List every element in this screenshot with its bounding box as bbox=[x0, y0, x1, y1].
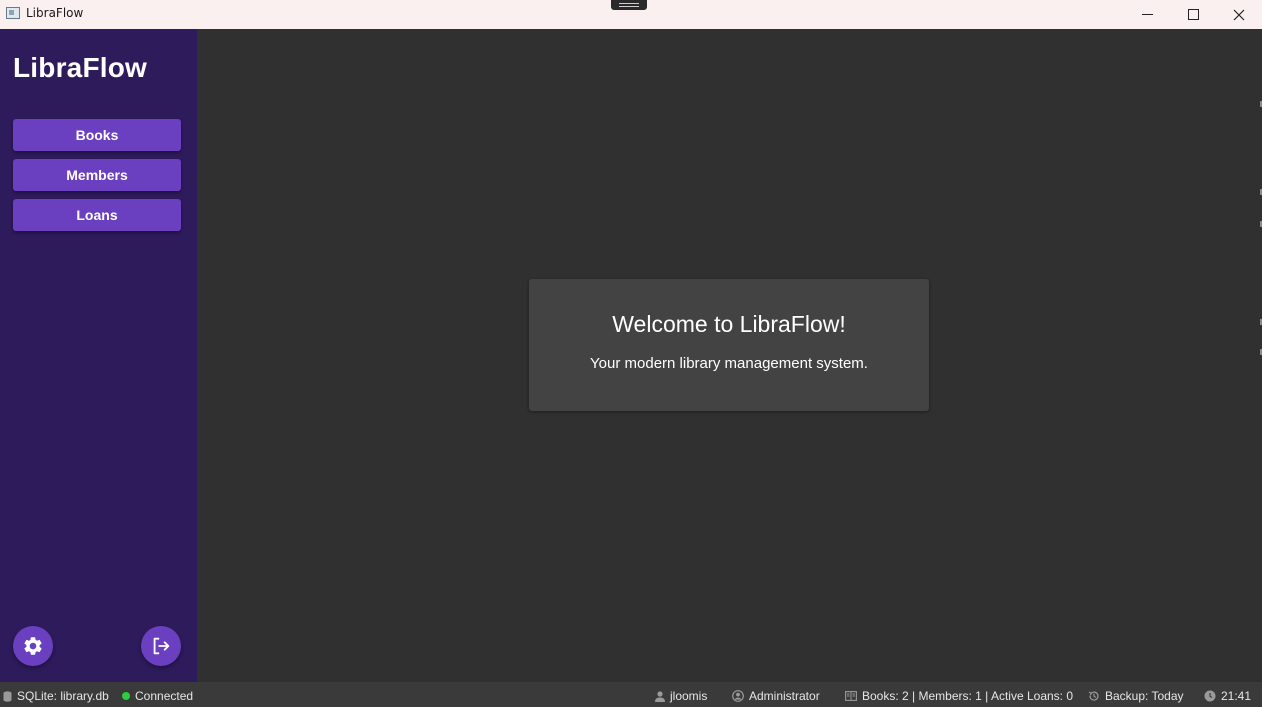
sidebar: LibraFlow Books Members Loans bbox=[0, 29, 197, 682]
history-icon bbox=[1088, 691, 1099, 701]
members-button[interactable]: Members bbox=[13, 159, 181, 191]
loans-button[interactable]: Loans bbox=[13, 199, 181, 231]
stats-status: Books: 2 | Members: 1 | Active Loans: 0 bbox=[845, 689, 1073, 703]
maximize-icon bbox=[1187, 9, 1199, 20]
title-bar[interactable]: LibraFlow bbox=[0, 0, 1262, 29]
time-label: 21:41 bbox=[1221, 689, 1252, 703]
logout-button[interactable] bbox=[141, 626, 181, 666]
welcome-subtitle: Your modern library management system. bbox=[590, 355, 868, 372]
database-label: SQLite: library.db bbox=[17, 689, 109, 703]
close-icon bbox=[1233, 9, 1245, 20]
database-icon bbox=[3, 690, 12, 702]
account-circle-icon bbox=[732, 690, 744, 702]
minimize-button[interactable] bbox=[1124, 0, 1170, 29]
backup-label: Backup: Today bbox=[1105, 689, 1184, 703]
drag-handle[interactable] bbox=[611, 0, 647, 10]
database-status: SQLite: library.db bbox=[3, 689, 109, 703]
connection-status: Connected bbox=[122, 689, 193, 703]
app-window: LibraFlow LibraFlow Books Members Loans bbox=[0, 0, 1262, 707]
app-icon bbox=[6, 7, 20, 19]
user-status: jloomis bbox=[655, 689, 707, 703]
user-label: jloomis bbox=[670, 689, 708, 703]
clock-status: 21:41 bbox=[1204, 689, 1251, 703]
user-icon bbox=[655, 690, 665, 702]
book-icon bbox=[845, 691, 857, 701]
status-bar: SQLite: library.db Connected jloomis Adm… bbox=[0, 682, 1262, 707]
role-status: Administrator bbox=[732, 689, 820, 703]
brand-title: LibraFlow bbox=[13, 52, 148, 83]
settings-button[interactable] bbox=[13, 626, 53, 666]
gear-icon bbox=[24, 637, 42, 655]
connection-label: Connected bbox=[135, 689, 194, 703]
connected-dot-icon bbox=[122, 692, 130, 700]
books-button[interactable]: Books bbox=[13, 119, 181, 151]
backup-status: Backup: Today bbox=[1088, 689, 1184, 703]
stats-label: Books: 2 | Members: 1 | Active Loans: 0 bbox=[862, 689, 1074, 703]
welcome-card: Welcome to LibraFlow! Your modern librar… bbox=[529, 279, 929, 411]
maximize-button[interactable] bbox=[1170, 0, 1216, 29]
role-label: Administrator bbox=[749, 689, 820, 703]
main-content: Welcome to LibraFlow! Your modern librar… bbox=[197, 29, 1262, 682]
window-title: LibraFlow bbox=[26, 6, 84, 20]
clock-icon bbox=[1204, 690, 1216, 702]
welcome-title: Welcome to LibraFlow! bbox=[612, 311, 846, 337]
minimize-icon bbox=[1141, 14, 1153, 15]
logout-icon bbox=[153, 637, 170, 655]
close-button[interactable] bbox=[1216, 0, 1262, 29]
